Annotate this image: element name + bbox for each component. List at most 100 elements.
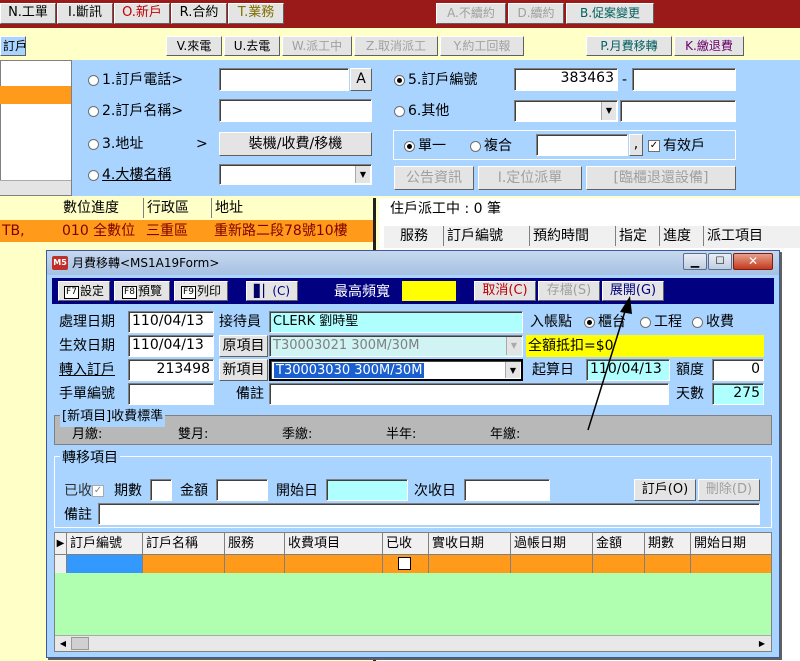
menu-disconnect[interactable]: I.斷訊 [57,3,113,24]
valid-option[interactable]: ✓ 有效戶 [648,136,705,156]
menu-new-subscriber[interactable]: O.新戶 [114,3,170,24]
multi-input[interactable] [536,134,628,156]
row-paid-checkbox[interactable] [398,557,411,570]
chevron-down-icon[interactable]: ▼ [506,337,521,355]
paid-option[interactable]: 已收 ✓ [64,481,107,501]
name-radio[interactable] [88,105,99,117]
orig-item-value: T30003021 300M/30M [273,338,420,353]
menu-renew[interactable]: D.續約 [508,3,564,24]
receiver-label: 接待員 [219,314,261,330]
other-select[interactable]: ▼ [514,100,618,122]
phone-radio[interactable] [88,74,99,86]
transfer-remark-input[interactable] [98,503,760,525]
comma-button[interactable]: , [629,134,643,156]
menu-business[interactable]: T.業務 [228,3,284,24]
table-row[interactable] [55,555,771,573]
name-option[interactable]: 2.訂戶名稱> [88,101,183,121]
orig-item-label[interactable]: 原項目 [219,335,268,357]
new-item-label[interactable]: 新項目 [219,359,268,381]
outgoing-call-button[interactable]: U.去電 [224,36,280,56]
scroll-left-icon[interactable]: ◀ [56,637,70,650]
phone-input[interactable] [219,68,349,91]
valid-checkbox[interactable]: ✓ [648,140,660,152]
multi-radio[interactable] [470,140,481,152]
next-date-input[interactable] [464,479,550,501]
subno-radio[interactable] [394,74,405,86]
account-eng-option[interactable]: 工程 [640,312,682,332]
print-button[interactable]: F9 列印 [174,281,228,301]
paid-checkbox[interactable]: ✓ [92,485,104,497]
install-fee-move-button[interactable]: 裝機/收費/移機 [219,132,372,156]
print-label: 列印 [196,284,221,298]
tab-subscriber[interactable]: 訂戶 [0,36,27,56]
menu-no-renew[interactable]: A.不續約 [436,3,506,24]
delete-button[interactable]: 刪除(D) [698,479,760,501]
chevron-down-icon[interactable]: ▼ [355,166,370,183]
multi-option[interactable]: 複合 [470,136,512,156]
eng-radio[interactable] [640,316,651,328]
single-radio[interactable] [404,140,415,152]
days-input[interactable]: 275 [712,383,764,405]
other-option[interactable]: 6.其他 [394,101,449,121]
announce-button[interactable]: 公告資訊 [394,166,474,190]
address-radio[interactable] [88,138,99,150]
locate-dispatch-button[interactable]: I.定位派單 [478,166,582,190]
transfer-sub-input[interactable]: 213498 [128,359,214,381]
row-subno-cell[interactable] [67,555,143,573]
building-option[interactable]: 4.大樓名稱 [88,165,171,185]
a-button[interactable]: A [350,68,372,91]
incoming-call-button[interactable]: V.來電 [166,36,222,56]
menu-promo-change[interactable]: B.促案變更 [566,3,654,24]
building-select[interactable]: ▼ [219,164,372,185]
left-list-selected-row[interactable] [0,86,71,104]
subno-input[interactable]: 383463 [514,68,618,91]
dispatching-button[interactable]: W.派工中 [282,36,352,56]
amount-input[interactable] [216,479,268,501]
cancel-dispatch-button[interactable]: Z.取消派工 [354,36,438,56]
receiver-input[interactable]: CLERK 劉時聖 [269,311,523,333]
manual-no-input[interactable] [128,383,214,405]
counter-return-button[interactable]: [臨櫃退還設備] [586,166,736,190]
periods-input[interactable] [150,479,172,501]
start-date-input[interactable] [326,479,408,501]
left-list-scrollbar[interactable] [0,180,71,195]
scroll-thumb[interactable] [71,637,89,650]
proc-date-input[interactable]: 110/04/13 [128,311,214,333]
clear-button[interactable]: ▋▏(C) [246,281,298,301]
grid-col-post-date: 過帳日期 [511,533,593,555]
fee-radio[interactable] [692,316,703,328]
appointment-report-button[interactable]: Y.約工回報 [440,36,524,56]
subno-option[interactable]: 5.訂戶編號 [394,70,477,90]
minimize-icon[interactable]: ▁ [683,253,707,270]
subno-suffix-input[interactable] [632,68,736,91]
chevron-down-icon[interactable]: ▼ [601,102,616,120]
grid-horizontal-scrollbar[interactable]: ◀ ▶ [55,635,771,651]
left-table-row[interactable]: TB, 010 全數位 三重區 重新路二段78號10樓 [0,220,373,242]
menu-work-order[interactable]: N.工單 [0,3,56,24]
scroll-right-icon[interactable]: ▶ [755,637,769,650]
monthly-transfer-button[interactable]: P.月費移轉 [586,36,672,56]
close-icon[interactable]: ✕ [733,253,773,270]
bandwidth-label: 最高頻寬 [334,284,390,300]
subscriber-button[interactable]: 訂戶(O) [634,479,696,501]
settings-button[interactable]: F7 設定 [58,281,110,301]
chevron-down-icon[interactable]: ▼ [505,362,520,378]
account-fee-option[interactable]: 收費 [692,312,734,332]
phone-option[interactable]: 1.訂戶電話> [88,70,183,90]
maximize-icon[interactable]: ☐ [708,253,732,270]
transfer-items-title: 轉移項目 [60,448,120,468]
eff-date-input[interactable]: 110/04/13 [128,335,214,357]
name-input[interactable] [219,99,372,122]
quota-input[interactable]: 0 [712,359,764,381]
single-option[interactable]: 單一 [404,136,446,156]
building-radio[interactable] [88,169,99,181]
menu-contract[interactable]: R.合約 [171,3,227,24]
pay-refund-button[interactable]: K.繳退費 [674,36,744,56]
new-item-select[interactable]: T30003030 300M/30M ▼ [269,359,523,381]
other-input[interactable] [620,100,736,122]
orig-item-select[interactable]: T30003021 300M/30M ▼ [269,335,523,357]
other-radio[interactable] [394,105,405,117]
preview-button[interactable]: F8 預覽 [114,281,170,301]
address-option[interactable]: 3.地址 [88,134,143,154]
cancel-button[interactable]: 取消(C) [474,281,536,301]
